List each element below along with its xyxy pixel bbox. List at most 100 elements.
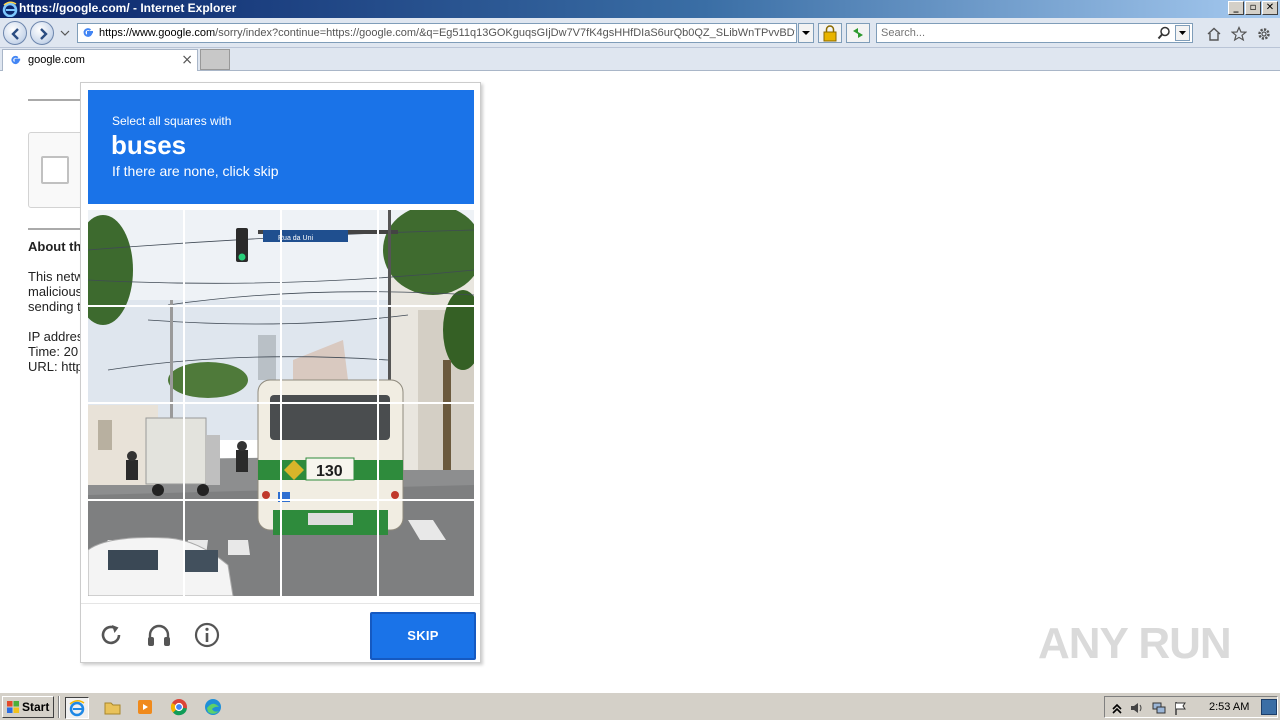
home-icon[interactable]: [1206, 26, 1222, 42]
arrow-right-icon: [40, 28, 48, 40]
tab-google[interactable]: google.com ×: [2, 49, 198, 71]
skip-button[interactable]: SKIP: [370, 612, 476, 660]
grid-divider: [88, 499, 474, 501]
image-tile-r1-c3[interactable]: [281, 210, 378, 307]
image-tile-r3-c3[interactable]: [281, 403, 378, 500]
image-tile-r2-c3[interactable]: [281, 307, 378, 404]
lock-icon: [823, 25, 837, 42]
challenge-hint: If there are none, click skip: [112, 163, 279, 179]
close-tab-icon[interactable]: ×: [181, 52, 193, 68]
internet-explorer-icon: [2, 1, 18, 17]
recaptcha-widget: [28, 132, 88, 208]
image-tile-r1-c2[interactable]: [185, 210, 282, 307]
recaptcha-checkbox[interactable]: [41, 156, 69, 184]
image-tile-r2-c4[interactable]: [378, 307, 475, 404]
refresh-button[interactable]: [846, 23, 870, 43]
challenge-object: buses: [111, 130, 187, 160]
image-tile-r2-c2[interactable]: [185, 307, 282, 404]
taskbar: Start 2:53 AM: [0, 692, 1280, 720]
taskbar-edge-button[interactable]: [202, 697, 226, 719]
challenge-footer: SKIP: [81, 603, 480, 663]
recaptcha-challenge-dialog: Select all squares with buses If there a…: [80, 82, 481, 663]
about-heading: About th: [28, 239, 82, 254]
tab-strip: google.com ×: [0, 48, 1280, 71]
media-player-icon: [138, 700, 152, 714]
gear-icon[interactable]: [1256, 26, 1272, 42]
back-button[interactable]: [3, 21, 27, 45]
grid-divider: [88, 402, 474, 404]
image-tile-r3-c2[interactable]: [185, 403, 282, 500]
network-icon[interactable]: [1151, 700, 1167, 716]
image-tile-r4-c1[interactable]: [88, 500, 185, 597]
image-tile-r1-c1[interactable]: [88, 210, 185, 307]
favorites-star-icon[interactable]: [1231, 26, 1247, 42]
image-tile-r4-c4[interactable]: [378, 500, 475, 597]
start-button[interactable]: Start: [2, 696, 54, 718]
divider: [28, 99, 88, 101]
taskbar-separator: [58, 696, 60, 718]
about-text-line: sending t: [28, 299, 81, 314]
chevron-down-icon: [802, 31, 810, 35]
address-url[interactable]: https://www.google.com/sorry/index?conti…: [99, 27, 795, 39]
info-icon[interactable]: [193, 621, 221, 649]
search-box[interactable]: [876, 23, 1193, 43]
grid-divider: [88, 305, 474, 307]
window-title: https://google.com/ - Internet Explorer: [19, 1, 237, 15]
action-center-flag-icon[interactable]: [1173, 700, 1189, 716]
image-tile-r2-c1[interactable]: [88, 307, 185, 404]
show-hidden-icons-icon[interactable]: [1109, 700, 1125, 716]
chrome-icon: [170, 699, 187, 716]
challenge-prefix: Select all squares with: [112, 114, 232, 128]
about-text-line: malicious: [28, 284, 83, 299]
address-bar[interactable]: https://www.google.com/sorry/index?conti…: [77, 23, 797, 43]
image-tile-r4-c2[interactable]: [185, 500, 282, 597]
image-tile-r3-c1[interactable]: [88, 403, 185, 500]
taskbar-media-player-button[interactable]: [134, 697, 158, 719]
taskbar-ie-button[interactable]: [65, 697, 89, 719]
security-lock-button[interactable]: [818, 23, 842, 43]
window-titlebar: https://google.com/ - Internet Explorer …: [0, 0, 1280, 18]
search-input[interactable]: [881, 25, 1151, 41]
ip-address-line: IP addres: [28, 329, 84, 344]
close-window-button[interactable]: ✕: [1262, 1, 1278, 15]
time-line: Time: 20: [28, 344, 79, 359]
speaker-icon[interactable]: [1129, 700, 1145, 716]
about-text-line: This netw: [28, 269, 84, 284]
image-tile-r4-c3[interactable]: [281, 500, 378, 597]
image-tile-r1-c4[interactable]: [378, 210, 475, 307]
new-tab-button[interactable]: [200, 49, 230, 70]
anyrun-logo-icon: ANY RUN: [1038, 619, 1232, 668]
start-label: Start: [22, 700, 50, 714]
image-tile-r3-c4[interactable]: [378, 403, 475, 500]
taskbar-explorer-button[interactable]: [101, 697, 125, 719]
chevron-down-icon: [1179, 31, 1186, 35]
taskbar-chrome-button[interactable]: [168, 697, 192, 719]
minimize-button[interactable]: _: [1228, 1, 1244, 15]
edge-icon: [205, 699, 221, 715]
google-favicon-icon: [11, 55, 21, 65]
history-dropdown-icon[interactable]: [60, 29, 70, 37]
headphones-audio-icon[interactable]: [145, 621, 173, 649]
restore-button[interactable]: ▫: [1245, 1, 1261, 15]
divider: [28, 228, 88, 230]
reload-icon[interactable]: [97, 621, 125, 649]
anyrun-watermark: ANY RUN: [1038, 610, 1238, 670]
search-icon[interactable]: [1157, 26, 1171, 40]
address-dropdown-button[interactable]: [798, 23, 814, 43]
challenge-instructions: Select all squares with buses If there a…: [88, 90, 474, 204]
system-tray: 2:53 AM: [1104, 696, 1278, 718]
internet-explorer-icon: [69, 700, 85, 717]
forward-button[interactable]: [30, 21, 54, 45]
watermark-text: ANY RUN: [1038, 619, 1231, 668]
navigation-bar: https://www.google.com/sorry/index?conti…: [0, 18, 1280, 48]
folder-icon: [104, 702, 121, 715]
url-line: URL: http: [28, 359, 83, 374]
challenge-image-grid: Rua da Uni 130: [88, 210, 474, 596]
clock[interactable]: 2:53 AM: [1209, 701, 1249, 713]
arrow-left-icon: [11, 28, 19, 40]
show-desktop-button[interactable]: [1261, 699, 1277, 715]
google-favicon-icon: [83, 28, 93, 37]
search-dropdown-button[interactable]: [1175, 25, 1190, 41]
tab-label: google.com: [28, 54, 85, 66]
refresh-arrows-icon: [853, 28, 863, 38]
